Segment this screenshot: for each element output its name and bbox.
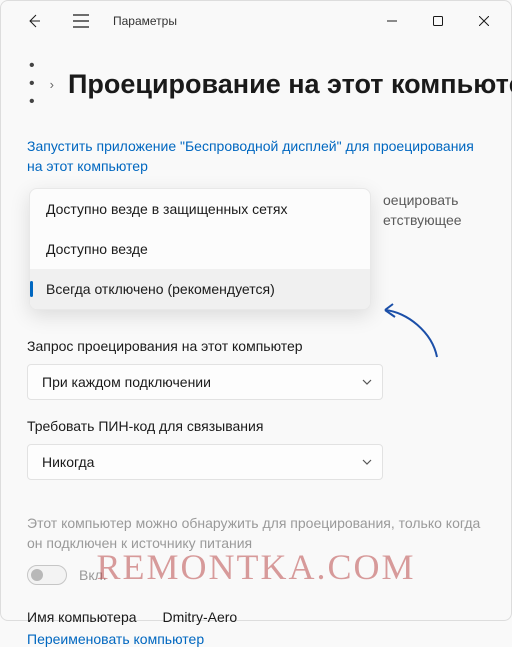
window-title: Параметры	[113, 14, 177, 28]
require-pin-label: Требовать ПИН-код для связывания	[27, 418, 487, 434]
request-projection-label: Запрос проецирования на этот компьютер	[27, 338, 487, 354]
rename-pc-link[interactable]: Переименовать компьютер	[27, 631, 487, 647]
setting-description-partial: оецировать етствующее	[383, 190, 487, 320]
breadcrumb: • • • › Проецирование на этот компьютер	[27, 49, 487, 125]
require-pin-select[interactable]: Никогда	[27, 444, 383, 480]
back-button[interactable]	[13, 1, 53, 41]
pc-name-label: Имя компьютера	[27, 609, 137, 625]
chevron-down-icon	[362, 456, 372, 468]
pc-name-value: Dmitry-Aero	[163, 609, 238, 625]
dropdown-option-secure-networks[interactable]: Доступно везде в защищенных сетях	[30, 189, 370, 229]
availability-dropdown-popup: Доступно везде в защищенных сетях Доступ…	[29, 188, 371, 310]
toggle-state-label: Вкл.	[79, 567, 107, 583]
breadcrumb-ellipsis[interactable]: • • •	[29, 57, 36, 111]
request-projection-select[interactable]: При каждом подключении	[27, 364, 383, 400]
page-title: Проецирование на этот компьютер	[68, 69, 512, 100]
power-source-note: Этот компьютер можно обнаружить для прое…	[27, 514, 487, 553]
discoverable-toggle	[27, 565, 67, 585]
dropdown-option-everywhere[interactable]: Доступно везде	[30, 229, 370, 269]
dropdown-option-always-off[interactable]: Всегда отключено (рекомендуется)	[30, 269, 370, 309]
request-projection-value: При каждом подключении	[42, 374, 211, 390]
chevron-right-icon: ›	[50, 77, 54, 92]
require-pin-value: Никогда	[42, 454, 94, 470]
minimize-button[interactable]	[369, 1, 415, 41]
chevron-down-icon	[362, 376, 372, 388]
launch-wireless-display-link[interactable]: Запустить приложение "Беспроводной диспл…	[27, 137, 487, 176]
close-button[interactable]	[461, 1, 507, 41]
hamburger-icon[interactable]	[61, 1, 101, 41]
toggle-knob	[31, 569, 43, 581]
maximize-button[interactable]	[415, 1, 461, 41]
